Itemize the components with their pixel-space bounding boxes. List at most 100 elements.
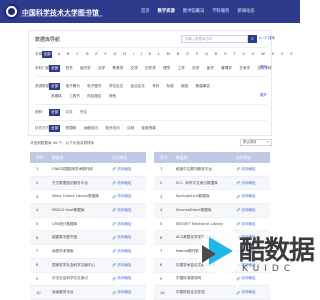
filter-chip[interactable]: 数值事实 [194,83,212,90]
filter-chip[interactable]: 会议论文 [129,83,147,90]
filter-chip[interactable]: 专利 [150,83,161,90]
nav-item[interactable]: 首页 [141,8,150,14]
filter-chip[interactable]: 全部 [49,125,61,132]
filter-chip[interactable]: Q [204,51,210,58]
database-name-link[interactable]: CNKI中国知网学术期刊库 [52,167,112,172]
access-link[interactable]: 🔗访问地址 [236,290,270,295]
database-name-link[interactable]: EBSCO Host数据库 [52,208,112,213]
access-link[interactable]: 🔗访问地址 [236,181,270,186]
filter-chip[interactable]: 艺术学 [237,65,252,72]
database-name-link[interactable]: 超星数字图书馆 [52,235,112,240]
filter-chip[interactable]: Y [280,51,285,58]
database-name-link[interactable]: CRS统计数据库 [52,222,112,227]
access-link[interactable]: 🔗访问地址 [112,276,146,281]
filter-chip[interactable]: 全部 [49,65,61,72]
filter-chip[interactable]: 医学 [205,65,216,72]
type-expand-link[interactable]: 展开 [260,93,267,98]
database-name-link[interactable]: SCI - 科学引文索引数据库 [176,181,236,186]
filter-chip[interactable]: C [75,51,80,58]
filter-chip[interactable]: L [156,51,161,58]
filter-chip[interactable]: 中文 [63,109,74,116]
sort-az-link[interactable]: A~Z 排序 [259,36,275,41]
filter-chip[interactable]: A [56,51,61,58]
search-button[interactable]: ⌕ [248,35,257,43]
filter-chip[interactable]: 标准 [165,83,176,90]
filter-chip[interactable]: 电子期刊 [63,83,81,90]
filter-chip[interactable]: B [66,51,71,58]
filter-chip[interactable]: 工具书 [67,93,82,100]
filter-chip[interactable]: 法学 [96,65,107,72]
filter-chip[interactable]: 全部 [42,51,53,58]
nav-item[interactable]: 新闻动态 [237,8,254,14]
filter-chip[interactable]: R [213,51,218,58]
access-link[interactable]: 🔗访问地址 [112,249,146,254]
filter-chip[interactable]: 科技报告 [85,93,103,100]
filter-chip[interactable]: 农学 [190,65,201,72]
filter-chip[interactable]: U [241,51,246,58]
access-link[interactable]: 🔗访问地址 [112,235,146,240]
database-name-link[interactable]: 国家哲学社会科学文献中心 [52,263,112,268]
filter-chip[interactable]: G [112,51,118,58]
filter-chip[interactable]: 其他 [107,93,118,100]
access-link[interactable]: 🔗访问地址 [236,194,270,199]
filter-chip[interactable]: Z [289,51,294,58]
access-link[interactable]: 🔗访问地址 [112,208,146,213]
filter-chip[interactable]: 管理学 [219,65,234,72]
filter-chip[interactable]: O [185,51,191,58]
filter-chip[interactable]: I [131,51,135,58]
filter-chip[interactable]: 校园网 [63,125,78,132]
filter-chip[interactable]: W [260,51,266,58]
database-name-link[interactable]: 中文社会科学引文索引 [52,276,112,281]
nav-item[interactable]: 数字资源 [158,8,175,14]
database-name-link[interactable]: 中国科技论文在线 [176,290,236,295]
filter-chip[interactable]: H [122,51,127,58]
database-name-link[interactable]: 维普中文期刊服务平台 [176,167,236,172]
filter-chip[interactable]: K [147,51,152,58]
nav-item[interactable]: 学科服务 [212,8,229,14]
filter-chip[interactable]: 学位论文 [107,83,125,90]
nav-item[interactable]: 图书馆概况 [183,8,204,14]
access-link[interactable]: 🔗访问地址 [112,194,146,199]
access-link[interactable]: 🔗访问地址 [112,181,146,186]
filter-chip[interactable]: 多媒体 [49,93,64,100]
filter-chip[interactable]: F [103,51,108,58]
filter-chip[interactable]: T [232,51,237,58]
access-link[interactable]: 🔗访问地址 [112,222,146,227]
database-name-link[interactable]: ScienceDirect数据库 [176,208,236,213]
filter-chip[interactable]: 全部 [49,83,61,90]
filter-chip[interactable]: 历史学 [143,65,158,72]
filter-chip[interactable]: M [165,51,171,58]
access-link[interactable]: 🔗访问地址 [236,167,270,172]
sort-select[interactable]: 默认排序 ▾ [240,139,272,146]
access-link[interactable]: 🔗访问地址 [112,263,146,268]
filter-chip[interactable]: 哲学 [63,65,74,72]
subject-expand-link[interactable]: 展开 [260,65,267,70]
filter-chip[interactable]: X [270,51,275,58]
filter-chip[interactable]: N [175,51,180,58]
filter-chip[interactable]: 电子图书 [85,83,103,90]
filter-chip[interactable]: 外文 [78,109,89,116]
filter-chip[interactable]: 经济学 [78,65,93,72]
filter-chip[interactable]: 文学 [129,65,140,72]
filter-chip[interactable]: J [139,51,143,58]
filter-chip[interactable]: 试用 [125,125,136,132]
filter-chip[interactable]: 工学 [176,65,187,72]
filter-chip[interactable]: E [94,51,99,58]
access-link[interactable]: 🔗访问地址 [112,167,146,172]
filter-chip[interactable]: 免费资源 [139,125,157,132]
database-name-link[interactable]: Wiley Online Library数据库 [52,194,112,199]
filter-chip[interactable]: 报纸 [179,83,190,90]
filter-chip[interactable]: 校外访问 [103,125,121,132]
access-link[interactable]: 🔗访问地址 [236,222,270,227]
filter-chip[interactable]: 理学 [161,65,172,72]
access-link[interactable]: 🔗访问地址 [112,290,146,295]
filter-chip[interactable]: D [84,51,90,58]
filter-chip[interactable]: 全部 [49,109,61,116]
filter-chip[interactable]: V [251,51,256,58]
filter-chip[interactable]: 远程访问 [82,125,100,132]
access-link[interactable]: 🔗访问地址 [236,208,270,213]
database-name-link[interactable]: SpringerLink数据库 [176,194,236,199]
database-name-link[interactable]: IEEE/IET Electronic Library [176,222,236,226]
database-name-link[interactable]: 读者服务平台 [52,290,112,295]
database-name-link[interactable]: 万方数据知识服务平台 [52,181,112,186]
